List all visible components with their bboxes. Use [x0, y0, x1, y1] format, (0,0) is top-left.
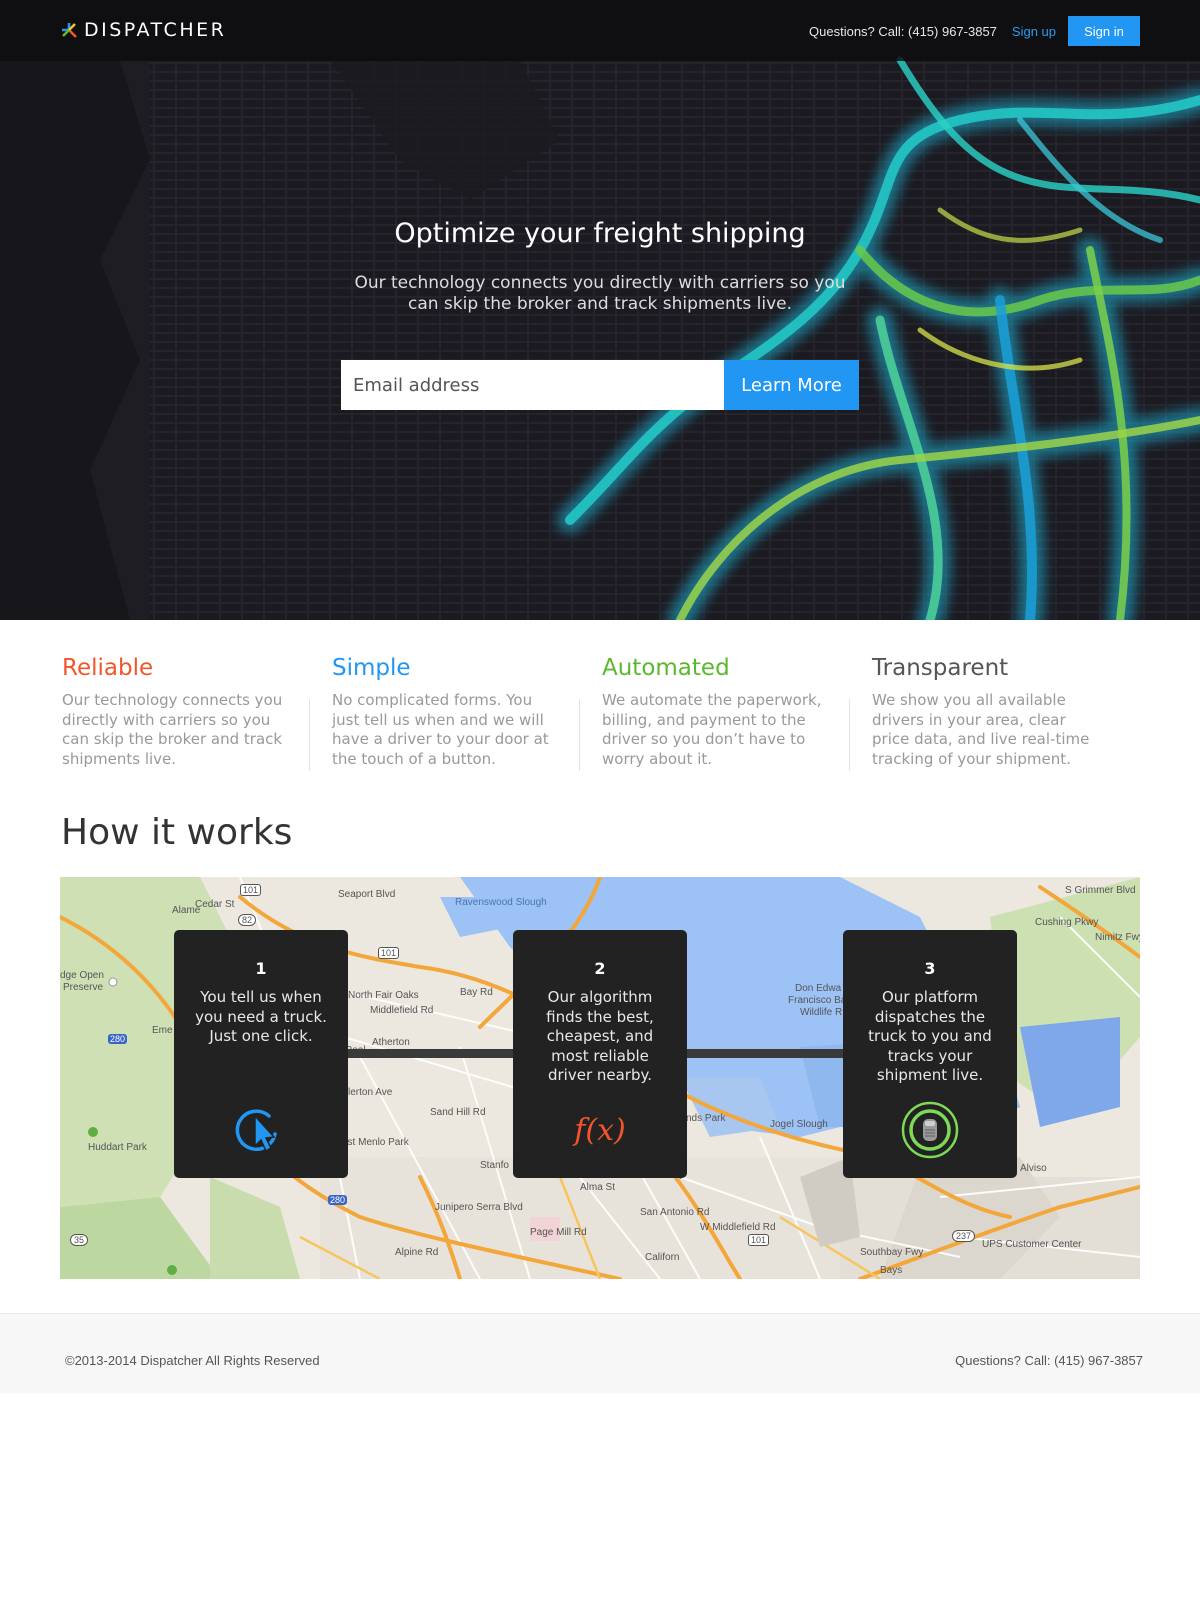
feature-text: We automate the paperwork, billing, and … [602, 691, 822, 768]
feature-title: Reliable [62, 655, 154, 681]
step-card-2: 2 Our algorithm finds the best, cheapest… [513, 930, 687, 1178]
map-label: Cushing Pkwy [1035, 917, 1099, 928]
map-label: Middlefield Rd [370, 1005, 434, 1016]
step-number: 3 [924, 959, 936, 978]
map-label: Eme [152, 1025, 173, 1036]
feature-divider [849, 699, 850, 771]
highway-shield-icon: 280 [108, 1034, 128, 1044]
map-label: Cedar St [195, 899, 235, 910]
highway-shield-icon: 82 [238, 914, 257, 926]
map-label: S Grimmer Blvd [1065, 885, 1136, 896]
step-text: Our algorithm finds the best, cheapest, … [546, 988, 654, 1084]
map-label: Francisco Ba [788, 995, 847, 1006]
highway-shield-icon: 35 [70, 1234, 89, 1246]
feature-title: Transparent [872, 655, 1009, 681]
map-label: Nimitz Fwy [1095, 932, 1140, 943]
feature-automated: Automated We automate the paperwork, bil… [602, 655, 832, 769]
map-label: UPS Customer Center [982, 1239, 1082, 1250]
map-label: Alma St [580, 1182, 616, 1193]
step-number: 1 [255, 959, 267, 978]
map-label: lerton Ave [348, 1087, 393, 1098]
map-label: Alame [172, 905, 201, 916]
features-section: Reliable Our technology connects you dir… [60, 655, 1140, 775]
cursor-click-icon [235, 1109, 277, 1153]
email-input[interactable] [341, 360, 724, 410]
hero-subtitle: Our technology connects you directly wit… [354, 273, 846, 314]
logo-text: DISPATCHER [84, 19, 227, 41]
feature-divider [309, 699, 310, 771]
learn-more-button[interactable]: Learn More [724, 360, 859, 410]
truck-tracking-icon [901, 1101, 959, 1159]
footer: ©2013-2014 Dispatcher All Rights Reserve… [0, 1313, 1200, 1393]
logo[interactable]: DISPATCHER [60, 17, 226, 43]
feature-transparent: Transparent We show you all available dr… [872, 655, 1102, 769]
map-label: Ravenswood Slough [455, 897, 547, 908]
step-card-3: 3 Our platform dispatches the truck to y… [843, 930, 1017, 1178]
dispatcher-logo-icon [62, 23, 77, 38]
step-number: 2 [594, 959, 606, 978]
sign-up-link[interactable]: Sign up [1012, 24, 1056, 39]
feature-title: Automated [602, 655, 730, 681]
function-icon-label: f(x) [574, 1112, 626, 1148]
step-text: Our platform dispatches the truck to you… [868, 988, 992, 1084]
footer-copyright: ©2013-2014 Dispatcher All Rights Reserve… [65, 1353, 320, 1368]
map-label: nds Park [686, 1113, 726, 1124]
map-label: Alviso [1020, 1163, 1047, 1174]
map-label: Huddart Park [88, 1142, 147, 1153]
map-label: Southbay Fwy [860, 1247, 924, 1258]
map-label: Bays [880, 1265, 903, 1276]
highway-shield-icon: 101 [378, 947, 400, 959]
map-label: Atherton [372, 1037, 410, 1048]
feature-text: Our technology connects you directly wit… [62, 691, 283, 768]
map-label: Jogel Slough [770, 1119, 828, 1130]
map-label: est Menlo Park [342, 1137, 409, 1148]
hero-title: Optimize your freight shipping [394, 218, 806, 249]
nav-right: Questions? Call: (415) 967-3857 Sign up … [809, 16, 1140, 46]
highway-shield-icon: 101 [240, 884, 262, 896]
map-label: San Antonio Rd [640, 1207, 710, 1218]
email-signup-form: Learn More [341, 360, 859, 410]
feature-reliable: Reliable Our technology connects you dir… [62, 655, 292, 769]
step-text: You tell us when you need a truck. Just … [195, 988, 327, 1045]
step-connector [348, 1049, 514, 1058]
step-card-1: 1 You tell us when you need a truck. Jus… [174, 930, 348, 1178]
map-label: Alpine Rd [395, 1247, 439, 1258]
hero-section: DISPATCHER Questions? Call: (415) 967-38… [0, 0, 1200, 620]
map-label: Seaport Blvd [338, 889, 396, 900]
how-it-works-map: Ravenswood Slough North Fair Oaks Athert… [60, 877, 1140, 1279]
how-it-works-title: How it works [61, 812, 293, 853]
feature-text: No complicated forms. You just tell us w… [332, 691, 549, 768]
map-label: Page Mill Rd [530, 1227, 587, 1238]
sign-in-button[interactable]: Sign in [1068, 16, 1140, 46]
map-label: Don Edwa [795, 983, 842, 994]
map-label: Sand Hill Rd [430, 1107, 486, 1118]
map-label: Bay Rd [460, 987, 493, 998]
step-connector [687, 1049, 853, 1058]
map-label: Californ [645, 1252, 680, 1263]
map-label: W Middlefield Rd [700, 1222, 776, 1233]
header-phone-text: Questions? Call: (415) 967-3857 [809, 23, 997, 39]
map-label: dge Open [60, 970, 104, 981]
function-icon: f(x) [570, 1100, 630, 1160]
map-label: Junipero Serra Blvd [435, 1202, 523, 1213]
map-label: Wildlife R [800, 1007, 843, 1018]
highway-shield-icon: 280 [328, 1195, 348, 1205]
feature-simple: Simple No complicated forms. You just te… [332, 655, 562, 769]
feature-text: We show you all available drivers in you… [872, 691, 1090, 768]
highway-shield-icon: 237 [952, 1230, 976, 1242]
map-label: North Fair Oaks [348, 990, 419, 1001]
footer-phone-text: Questions? Call: (415) 967-3857 [955, 1353, 1143, 1368]
feature-divider [579, 699, 580, 771]
feature-title: Simple [332, 655, 411, 681]
map-label: Stanfo [480, 1160, 509, 1171]
highway-shield-icon: 101 [748, 1234, 770, 1246]
top-navigation-bar: DISPATCHER Questions? Call: (415) 967-38… [0, 0, 1200, 61]
map-label: Preserve [63, 982, 104, 993]
